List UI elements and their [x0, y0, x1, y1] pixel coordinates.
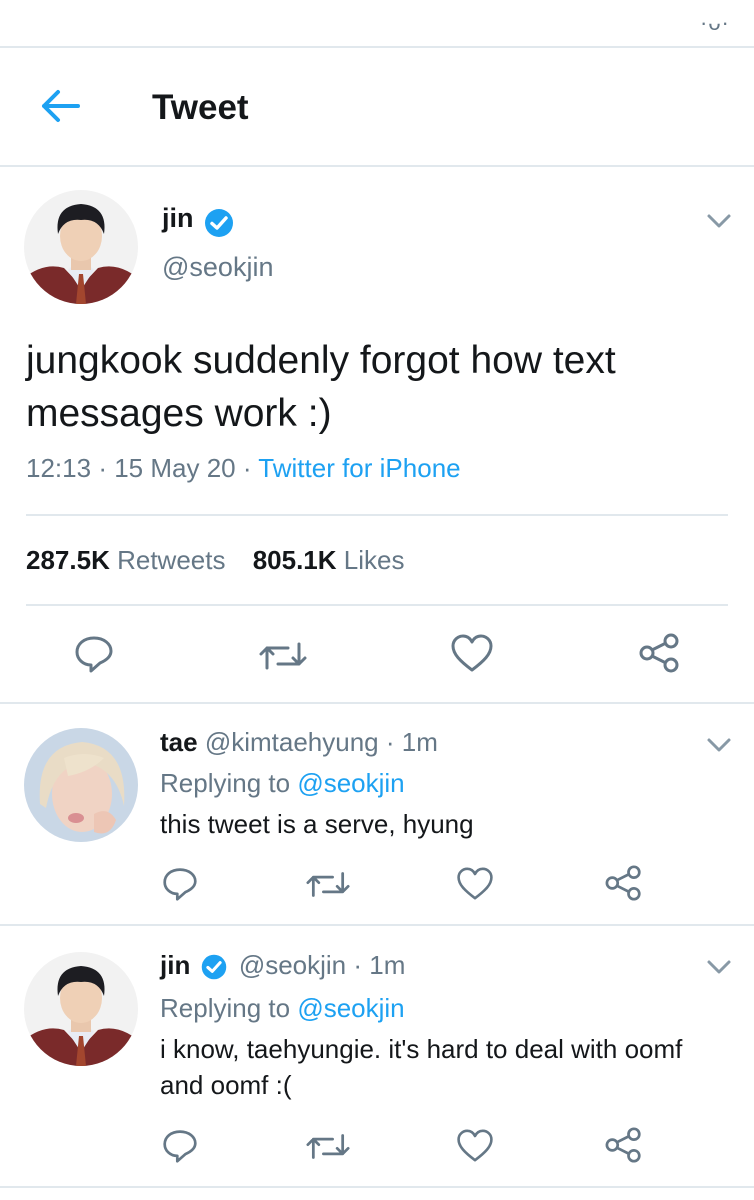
divider [26, 514, 728, 516]
divider [26, 604, 728, 606]
author-handle[interactable]: @seokjin [162, 252, 273, 283]
like-icon[interactable] [456, 1128, 494, 1163]
meta-dot: · [98, 453, 107, 483]
verified-badge-icon [203, 207, 235, 239]
avatar[interactable] [24, 190, 138, 304]
page-title: Tweet [152, 88, 249, 127]
verified-badge-icon [200, 953, 228, 981]
reply-header: tae @kimtaehyung · 1m [160, 727, 438, 758]
avatar[interactable] [24, 952, 138, 1066]
back-arrow-icon[interactable] [38, 88, 80, 124]
tweet-date: 15 May 20 [114, 453, 236, 483]
divider [0, 924, 754, 926]
likes-count: 805.1K [252, 545, 337, 575]
replying-label: Replying to [160, 768, 291, 798]
share-icon[interactable] [604, 1127, 644, 1163]
share-icon[interactable] [638, 633, 682, 673]
divider [0, 702, 754, 704]
reply-header: jin @seokjin · 1m [160, 950, 405, 981]
tweet-source-link[interactable]: Twitter for iPhone [258, 453, 460, 483]
reply-author-handle[interactable]: @seokjin [239, 950, 346, 980]
like-icon[interactable] [450, 633, 494, 673]
meta-dot: · [242, 453, 252, 483]
reply-icon[interactable] [74, 634, 114, 674]
replying-to-link[interactable]: @seokjin [297, 993, 404, 1023]
reply-author-name[interactable]: jin [160, 950, 190, 980]
status-indicator: ·ᴗ· [700, 10, 730, 35]
avatar[interactable] [24, 728, 138, 842]
author-name[interactable]: jin [162, 203, 194, 234]
engagement-stats: 287.5K Retweets 805.1K Likes [26, 545, 404, 576]
reply-text: i know, taehyungie. it's hard to deal wi… [160, 1034, 683, 1064]
divider [0, 46, 754, 48]
retweet-icon[interactable] [258, 638, 308, 674]
reply-text: and oomf :( [160, 1070, 292, 1100]
retweet-icon[interactable] [305, 868, 351, 901]
retweets-label: Retweets [117, 545, 226, 575]
reply-time: · 1m [353, 950, 406, 980]
likes-stat[interactable]: 805.1K Likes [253, 545, 405, 575]
replying-to: Replying to @seokjin [160, 993, 405, 1024]
reply-author-handle[interactable]: @kimtaehyung [205, 727, 379, 757]
chevron-down-icon[interactable] [706, 213, 732, 229]
likes-label: Likes [343, 545, 405, 575]
retweet-icon[interactable] [305, 1130, 351, 1163]
tweet-meta: 12:13 · 15 May 20 · Twitter for iPhone [26, 453, 461, 484]
reply-time: · 1m [385, 727, 438, 757]
replying-label: Replying to [160, 993, 291, 1023]
retweets-count: 287.5K [26, 545, 110, 575]
header-divider [0, 165, 754, 167]
divider [0, 1186, 754, 1188]
reply-icon[interactable] [162, 1128, 198, 1164]
reply-icon[interactable] [162, 866, 198, 902]
share-icon[interactable] [604, 865, 644, 901]
chevron-down-icon[interactable] [706, 737, 732, 753]
reply-author-name[interactable]: tae [160, 727, 198, 757]
like-icon[interactable] [456, 866, 494, 901]
reply-text: this tweet is a serve, hyung [160, 809, 474, 839]
tweet-time: 12:13 [26, 453, 92, 483]
replying-to: Replying to @seokjin [160, 768, 405, 799]
tweet-text: jungkook suddenly forgot how text messag… [26, 339, 616, 435]
chevron-down-icon[interactable] [706, 959, 732, 975]
retweets-stat[interactable]: 287.5K Retweets [26, 545, 225, 575]
replying-to-link[interactable]: @seokjin [297, 768, 404, 798]
